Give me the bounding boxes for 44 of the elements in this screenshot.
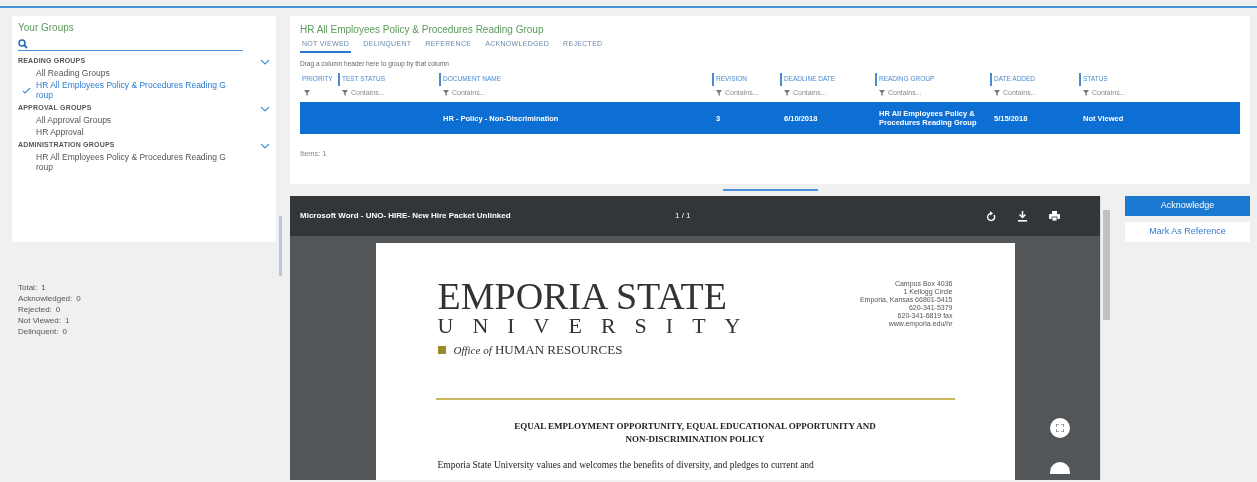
search-field[interactable] [18, 37, 243, 51]
fit-page-button[interactable] [1050, 418, 1070, 438]
panel-title: HR All Employees Policy & Procedures Reading Group [300, 23, 545, 37]
document-heading: EQUAL EMPLOYMENT OPPORTUNITY, EQUAL EDUCATIONAL OPPORTUNITY AND NON-DISCRIMINATION POLICY [513, 419, 877, 446]
print-icon[interactable] [1049, 211, 1060, 221]
stat-label: Acknowledged: [18, 293, 73, 304]
university-logo-text: UNIVERSITY [437, 314, 760, 338]
stat-label: Not Viewed: [18, 315, 61, 326]
group-item[interactable]: All Reading Groups [36, 68, 228, 78]
filter-icon[interactable] [784, 90, 790, 97]
document-text: Emporia State University values and welcomes the benefits of diversity, and pledges to current and [437, 458, 815, 472]
stat-value: 0 [62, 326, 67, 337]
stat-value: 1 [41, 282, 46, 293]
filter-icon[interactable] [994, 90, 1000, 97]
page-counter: 1 / 1 [675, 210, 691, 222]
filter-icon[interactable] [879, 90, 885, 97]
group-item[interactable]: All Approval Groups [36, 115, 228, 125]
panel-title: Your Groups [18, 21, 75, 35]
stat-label: Delinquent: [18, 326, 59, 337]
filter-icon[interactable] [342, 90, 348, 97]
search-icon [18, 38, 28, 49]
action-button[interactable]: Mark As Reference [1125, 222, 1250, 242]
document-title: Microsoft Word - UNO- HIRE- New Hire Packet Unlinked [300, 210, 512, 222]
filter-icon[interactable] [1083, 90, 1089, 97]
stat-label: Total: [18, 282, 38, 293]
download-icon[interactable] [1018, 210, 1027, 222]
university-logo-text: EMPORIA STATE [437, 278, 728, 314]
logo-square-icon [437, 345, 446, 354]
stat-label: Rejected: [18, 304, 52, 315]
stat-value: 1 [65, 315, 70, 326]
action-button[interactable]: Acknowledge [1125, 196, 1250, 216]
resize-handle[interactable] [722, 189, 818, 191]
filter-icon[interactable] [304, 90, 310, 97]
group-item[interactable]: HR All Employees Policy & Procedures Reading Group [36, 152, 228, 172]
group-item[interactable]: HR Approval [36, 127, 228, 137]
filter-icon[interactable] [716, 90, 722, 97]
group-item[interactable]: HR All Employees Policy & Procedures Reading Group [36, 80, 228, 100]
filter-icon[interactable] [443, 90, 449, 97]
rotate-icon[interactable] [986, 210, 996, 222]
zoom-button[interactable] [1050, 462, 1070, 474]
stat-value: 0 [55, 304, 61, 315]
office-name: Office of HUMAN RESOURCES [453, 341, 623, 359]
stat-value: 0 [76, 293, 81, 304]
fit-icon [1056, 424, 1064, 432]
